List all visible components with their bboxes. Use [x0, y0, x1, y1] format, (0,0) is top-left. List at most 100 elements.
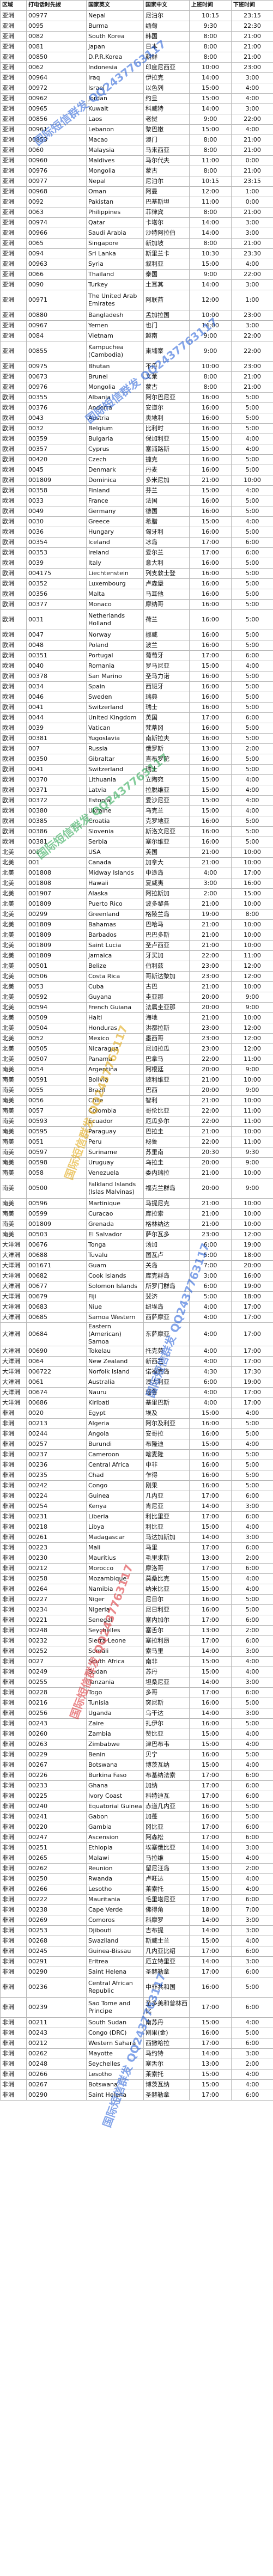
- dial-prefix-cell: 0040: [26, 661, 87, 672]
- work-start-cell: 8:00: [189, 207, 232, 218]
- work-end-cell: 4:00: [231, 1439, 273, 1450]
- region-cell: 非洲: [0, 1801, 27, 1812]
- region-cell: 非洲: [0, 1770, 27, 1781]
- table-row: 非洲 00222 Mauritania 毛里塔尼亚 17:00 6:00: [0, 1894, 273, 1905]
- work-end-cell: 3:00: [231, 279, 273, 290]
- table-row: 大洋洲 001671 Guam 关岛 7:00 20:00: [0, 1260, 273, 1271]
- country-en-cell: Mayotte: [86, 2048, 144, 2059]
- table-row: 北美 0052 Mexico 墨西哥 23:00 12:00: [0, 1033, 273, 1044]
- work-end-cell: 5:00: [231, 723, 273, 734]
- work-start-cell: 14:00: [189, 72, 232, 83]
- work-end-cell: 4:00: [231, 1760, 273, 1771]
- work-start-cell: 3:00: [189, 878, 232, 889]
- country-en-cell: Kiribati: [86, 1397, 144, 1408]
- region-cell: 非洲: [0, 1615, 27, 1626]
- dial-prefix-cell: 00501: [26, 961, 87, 972]
- work-start-cell: 16:00: [189, 578, 232, 589]
- dial-prefix-cell: 00262: [26, 1863, 87, 1874]
- country-zh-cell: 毛里塔尼亚: [143, 1894, 190, 1905]
- work-end-cell: 6:00: [231, 1997, 273, 2018]
- region-cell: 南美: [0, 1085, 27, 1096]
- table-row: 欧洲 0045 Denmark 丹麦 16:00 5:00: [0, 465, 273, 475]
- work-end-cell: 5:00: [231, 454, 273, 465]
- region-cell: 非洲: [0, 1894, 27, 1905]
- country-en-cell: Western Sahara: [86, 2038, 144, 2049]
- work-end-cell: 17:00: [231, 1397, 273, 1408]
- table-row: 非洲 00256 Uganda 乌干达 14:00 3:00: [0, 1708, 273, 1719]
- region-cell: 欧洲: [0, 723, 27, 734]
- work-end-cell: 4:00: [231, 1667, 273, 1677]
- table-row: 南美 00599 Curacao 库拉索 21:00 10:00: [0, 1208, 273, 1219]
- work-end-cell: 3:00: [231, 1646, 273, 1657]
- dial-prefix-cell: 0081: [26, 41, 87, 52]
- region-cell: 亚洲: [0, 114, 27, 125]
- region-cell: 欧洲: [0, 712, 27, 723]
- country-zh-cell: 夏威夷: [143, 878, 190, 889]
- work-end-cell: 4:00: [231, 1522, 273, 1533]
- work-start-cell: 20:00: [189, 1002, 232, 1013]
- table-row: 亚洲 00976 Mongolia 蒙古 8:00 21:00: [0, 166, 273, 176]
- work-end-cell: 2:00: [231, 743, 273, 754]
- country-en-cell: Japan: [86, 41, 144, 52]
- country-en-cell: Bangladesh: [86, 310, 144, 321]
- country-en-cell: Turkey: [86, 279, 144, 290]
- country-zh-cell: 苏里南: [143, 1147, 190, 1158]
- region-cell: 北美: [0, 878, 27, 889]
- dial-prefix-cell: 00690: [26, 1346, 87, 1357]
- table-row: 亚洲 00967 Yemen 也门 14:00 3:00: [0, 320, 273, 331]
- country-en-cell: Kuwait: [86, 103, 144, 114]
- dial-prefix-cell: 00376: [26, 402, 87, 413]
- work-start-cell: 21:00: [189, 940, 232, 951]
- work-start-cell: 9:30: [189, 21, 232, 32]
- work-start-cell: 17:00: [189, 1832, 232, 1843]
- work-start-cell: 21:00: [189, 930, 232, 941]
- work-start-cell: 15:00: [189, 1739, 232, 1750]
- country-zh-cell: 格林纳达: [143, 1219, 190, 1230]
- work-end-cell: 5:00: [231, 402, 273, 413]
- table-row: 南美 00595 Paraguay 巴拉圭 21:00 10:00: [0, 1126, 273, 1137]
- country-zh-cell: 澳大利亚: [143, 1377, 190, 1388]
- country-en-cell: Sri Lanka: [86, 248, 144, 259]
- table-row: 亚洲 0090 Turkey 土耳其 14:00 3:00: [0, 279, 273, 290]
- work-end-cell: 5:00: [231, 1811, 273, 1822]
- dial-prefix-cell: 00591: [26, 1075, 87, 1085]
- work-end-cell: 2:00: [231, 2059, 273, 2070]
- country-en-cell: El Salvador: [86, 1229, 144, 1240]
- region-cell: 北美: [0, 847, 27, 858]
- dial-prefix-cell: 0043: [26, 413, 87, 424]
- work-end-cell: 9:00: [231, 992, 273, 1003]
- country-zh-cell: 科特迪瓦: [143, 1791, 190, 1802]
- region-cell: 非洲: [0, 1977, 27, 1998]
- region-cell: 亚洲: [0, 145, 27, 156]
- region-cell: 亚洲: [0, 62, 27, 73]
- table-row: 非洲 00244 Angola 安哥拉 16:00 5:00: [0, 1429, 273, 1439]
- table-row: 亚洲 0082 South Korea 韩国 8:00 21:00: [0, 31, 273, 42]
- work-start-cell: 21:00: [189, 1126, 232, 1137]
- region-cell: 北美: [0, 992, 27, 1003]
- country-zh-cell: 斯威士兰: [143, 1936, 190, 1946]
- work-end-cell: 9:00: [231, 1157, 273, 1168]
- work-start-cell: 8:00: [189, 382, 232, 393]
- work-end-cell: 5:00: [231, 702, 273, 713]
- dial-prefix-cell: 00850: [26, 52, 87, 63]
- region-cell: 北美: [0, 971, 27, 982]
- dial-prefix-cell: 0031: [26, 609, 87, 630]
- country-en-cell: Jordan: [86, 93, 144, 104]
- dial-prefix-cell: 00247: [26, 1832, 87, 1843]
- work-start-cell: 16:00: [189, 558, 232, 569]
- country-zh-cell: 贝宁: [143, 1749, 190, 1760]
- region-cell: 亚洲: [0, 341, 27, 362]
- dial-prefix-cell: 00235: [26, 1470, 87, 1481]
- work-start-cell: 9:00: [189, 331, 232, 341]
- region-cell: 非洲: [0, 1915, 27, 1926]
- region-cell: 亚洲: [0, 166, 27, 176]
- dial-prefix-cell: 00674: [26, 1387, 87, 1398]
- dial-prefix-cell: 00241: [26, 1811, 87, 1822]
- dial-prefix-cell: 00266: [26, 2069, 87, 2080]
- work-end-cell: 5:00: [231, 681, 273, 692]
- work-start-cell: 23:00: [189, 971, 232, 982]
- dial-prefix-cell: 00974: [26, 217, 87, 228]
- dial-prefix-cell: 00238: [26, 1904, 87, 1915]
- region-cell: 南美: [0, 1157, 27, 1168]
- country-zh-cell: 中非: [143, 1460, 190, 1470]
